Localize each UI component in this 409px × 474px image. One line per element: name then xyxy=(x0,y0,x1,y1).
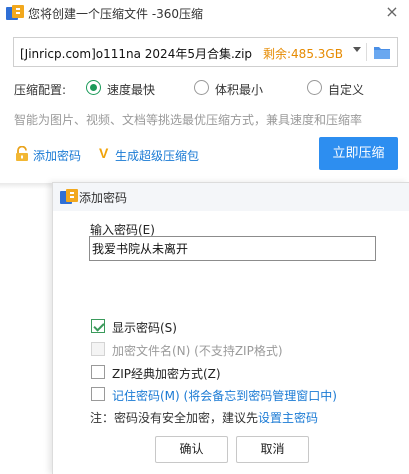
folder-icon[interactable] xyxy=(373,44,391,60)
add-password-dialog: 添加密码 输入密码(E) 显示密码(S) 加密文件名(N) (不支持ZIP格式)… xyxy=(52,182,409,474)
radio-smallest-label: 体积最小 xyxy=(215,83,264,97)
remember-password-label: 记住密码(M) (将会备忘到密码管理窗口中) xyxy=(112,389,337,403)
radio-custom-label: 自定义 xyxy=(328,83,365,97)
compress-config-label: 压缩配置: xyxy=(14,83,67,97)
titlebar: 您将创建一个压缩文件 -360压缩 × xyxy=(0,0,409,26)
cancel-button[interactable]: 取消 xyxy=(236,436,309,463)
encrypt-filenames-label: 加密文件名(N) (不支持ZIP格式) xyxy=(112,344,283,358)
window-title: 您将创建一个压缩文件 -360压缩 xyxy=(28,7,204,21)
dialog-titlebar: 添加密码 xyxy=(53,183,409,211)
checkbox-box xyxy=(91,387,105,401)
create-sfx-label: 生成超级压缩包 xyxy=(115,149,200,163)
close-button[interactable]: × xyxy=(383,3,401,21)
password-input[interactable] xyxy=(89,236,376,261)
v-badge-icon: V xyxy=(99,145,109,161)
free-space-label: 剩余:485.3GB xyxy=(263,47,343,61)
compress-window: 您将创建一个压缩文件 -360压缩 × [Jinricp.com]o111na … xyxy=(0,0,409,183)
checkbox-box xyxy=(91,319,105,333)
radio-dot xyxy=(86,80,101,95)
zip-classic-encryption-label: ZIP经典加密方式(Z) xyxy=(112,367,221,381)
security-note: 注：密码没有安全加密，建议先设置主密码 xyxy=(90,409,318,426)
add-password-label: 添加密码 xyxy=(33,149,82,163)
radio-dot xyxy=(194,80,209,95)
divider xyxy=(366,43,367,61)
show-password-label: 显示密码(S) xyxy=(112,321,177,335)
checkbox-box xyxy=(91,342,105,356)
radio-fastest-label: 速度最快 xyxy=(107,83,156,97)
dialog-title: 添加密码 xyxy=(79,191,128,205)
zip-app-icon xyxy=(6,5,24,20)
dropdown-caret-icon[interactable] xyxy=(353,47,361,52)
security-note-text: 注：密码没有安全加密，建议先 xyxy=(90,411,259,425)
archive-path-text: [Jinricp.com]o111na 2024年5月合集.zip xyxy=(20,47,253,61)
radio-dot xyxy=(307,80,322,95)
zip-app-icon xyxy=(60,189,78,204)
compress-hint-text: 智能为图片、视频、文档等挑选最优压缩方式，兼具速度和压缩率 xyxy=(14,113,363,127)
set-master-password-link[interactable]: 设置主密码 xyxy=(258,411,318,425)
archive-path-field[interactable]: [Jinricp.com]o111na 2024年5月合集.zip 剩余:485… xyxy=(13,37,398,67)
checkbox-box xyxy=(91,365,105,379)
confirm-button[interactable]: 确认 xyxy=(155,436,228,463)
lock-icon xyxy=(16,146,28,161)
compress-now-button[interactable]: 立即压缩 xyxy=(319,137,398,170)
